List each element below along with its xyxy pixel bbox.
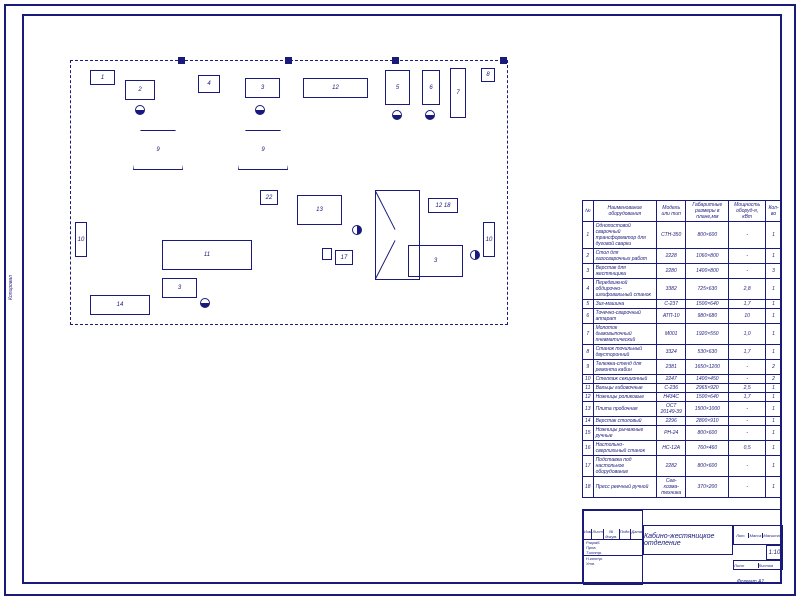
tb-podp: Подп. <box>620 529 632 539</box>
symbol-half-circle <box>425 110 435 120</box>
floor-plan: 1243125678221310113141712 18310 9 9 <box>70 50 510 350</box>
col-dims: Габаритные размеры в плане,мм <box>686 201 729 222</box>
table-row: 5Зиг-машинаС-2371500×6401,71 <box>583 300 782 309</box>
equipment-box: 3 <box>162 278 197 298</box>
side-label: Копировал <box>8 275 14 300</box>
symbol-half-circle <box>255 105 265 115</box>
equipment-box: 12 18 <box>428 198 458 213</box>
table-row: 17Подставка под настольное оборудование2… <box>583 456 782 477</box>
symbol-half-circle <box>200 298 210 308</box>
equipment-box: 13 <box>297 195 342 225</box>
table-row: 10Стеллаж секционный22471400×450-2 <box>583 375 782 384</box>
equipment-box: 22 <box>260 190 278 205</box>
table-row: 2Стол для газосварочных работ22281060×80… <box>583 249 782 264</box>
table-row: 8Станок точильный двусторонний3324530×63… <box>583 345 782 360</box>
column-marker <box>500 57 507 64</box>
table-row: 16Настольно-сверлильный станокНС-12А760×… <box>583 441 782 456</box>
tb-sheet: Лист <box>734 563 759 568</box>
equipment-box: 8 <box>481 68 495 82</box>
table-row: 13Плита пробочнаяОСТ 20149-391500×1000-1 <box>583 402 782 417</box>
symbol-half-circle <box>470 250 480 260</box>
equipment-box: 5 <box>385 70 410 105</box>
column-marker <box>285 57 292 64</box>
connector-box <box>322 248 332 260</box>
tb-data: Дата <box>631 529 642 539</box>
drawing-title: Кабино-жестяницкое отделение <box>643 525 733 555</box>
sheet-format: Формат А1 <box>718 578 783 585</box>
trolley-shape: 9 <box>238 130 288 170</box>
tb-list: Лист <box>592 529 603 539</box>
col-qty: Кол-во <box>766 201 782 222</box>
col-name: Наименование оборудования <box>593 201 656 222</box>
equipment-box: 14 <box>90 295 150 315</box>
tb-mass: Масса <box>749 533 764 538</box>
col-power: Мощность оборуд-я, кВт <box>729 201 766 222</box>
table-row: 7Молоток дымовыпочный пневматическийМ001… <box>583 324 782 345</box>
equipment-box: 4 <box>198 75 220 93</box>
column-marker <box>392 57 399 64</box>
equipment-box: 1 <box>90 70 115 85</box>
cross-hatch-box <box>375 190 420 280</box>
equipment-box: 6 <box>422 70 440 105</box>
tb-lit: Лит. <box>734 533 749 538</box>
table-row: 14Верстак столовый22962800×910-1 <box>583 417 782 426</box>
col-model: Модель или тип <box>657 201 686 222</box>
symbol-half-circle <box>352 225 362 235</box>
tb-ndok: № докум. <box>604 529 620 539</box>
tb-sheets: Листов <box>759 563 783 568</box>
trolley-shape: 9 <box>133 130 183 170</box>
symbol-half-circle <box>135 105 145 115</box>
equipment-box: 10 <box>483 222 495 257</box>
equipment-box: 7 <box>450 68 466 118</box>
table-row: 6Точечно-сварочный аппаратАТП-10980×6801… <box>583 309 782 324</box>
equipment-box: 11 <box>162 240 252 270</box>
equipment-box: 10 <box>75 222 87 257</box>
column-marker <box>178 57 185 64</box>
scale-value: 1:10 <box>766 545 783 560</box>
equipment-box: 3 <box>245 78 280 98</box>
tb-utv: Утв. <box>584 561 642 566</box>
table-row: 3Верстак для жестянщика22801400×800-3 <box>583 264 782 279</box>
table-row: 9Тележка-стенд для ремонта кабин23811650… <box>583 360 782 375</box>
equipment-table: № Наименование оборудования Модель или т… <box>582 200 782 490</box>
title-block: Изм Лист № докум. Подп. Дата Разраб. Про… <box>582 509 782 584</box>
table-row: 4Передвижной обдирочно-шлифовальный стан… <box>583 279 782 300</box>
equipment-box: 2 <box>125 80 155 100</box>
table-row: 15Ножницы рычажные ручныеРН-24800×600-1 <box>583 426 782 441</box>
col-num: № <box>583 201 594 222</box>
equipment-box: 12 <box>303 78 368 98</box>
table-row: 11Вальцы гибовочныеС-2362965×9202,51 <box>583 384 782 393</box>
table-row: 18Пресс реечный ручнойСев-хозма-техника3… <box>583 477 782 498</box>
equipment-box: 17 <box>335 250 353 265</box>
table-row: 12Ножницы роликовыеН434С1500×6401,71 <box>583 393 782 402</box>
table-row: 1Однопостовой сварочный трансформатор дл… <box>583 222 782 249</box>
symbol-half-circle <box>392 110 402 120</box>
tb-scale: Масштаб <box>763 533 782 538</box>
